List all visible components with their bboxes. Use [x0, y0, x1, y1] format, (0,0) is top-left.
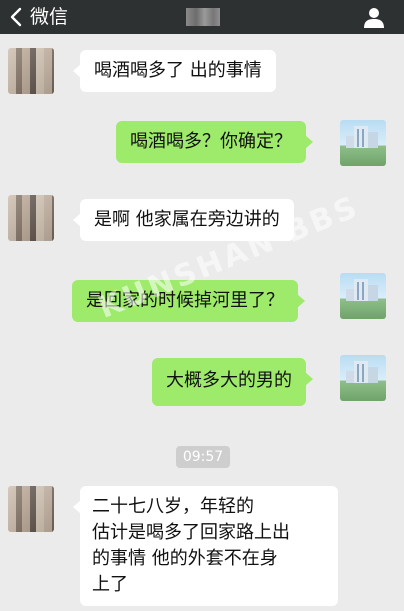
message-text: 大概多大的男的 [166, 370, 292, 391]
message-line: 估计是喝多了回家路上出 [92, 522, 290, 543]
message-bubble-incoming[interactable]: 是啊 他家属在旁边讲的 [73, 199, 294, 241]
message-bubble-outgoing[interactable]: 喝酒喝多？你确定？ [116, 121, 313, 163]
avatar-self[interactable] [340, 355, 386, 401]
message-line: 上了 [92, 574, 128, 595]
avatar-contact[interactable] [8, 48, 54, 94]
message-line: 的事情 他的外套不在身 [92, 548, 278, 569]
profile-icon[interactable] [362, 5, 386, 29]
message-bubble-incoming[interactable]: 二十七八岁，年轻的 估计是喝多了回家路上出 的事情 他的外套不在身 上了 [73, 486, 338, 606]
message-text: 喝酒喝多？你确定？ [130, 131, 292, 152]
message-text: 喝酒喝多了 出的事情 [94, 60, 262, 81]
building-photo-icon [346, 361, 378, 383]
timestamp: 09:57 [176, 446, 230, 468]
avatar-contact[interactable] [8, 486, 54, 532]
back-button[interactable]: 微信 [6, 5, 68, 29]
top-bar: 微信 [0, 0, 404, 34]
building-photo-icon [346, 279, 378, 301]
building-photo-icon [346, 126, 378, 148]
avatar-self[interactable] [340, 273, 386, 319]
avatar-contact[interactable] [8, 195, 54, 241]
avatar-self[interactable] [340, 120, 386, 166]
message-line: 二十七八岁，年轻的 [92, 496, 254, 517]
message-text: 是回家的时候掉河里了？ [86, 290, 284, 311]
message-bubble-incoming[interactable]: 喝酒喝多了 出的事情 [73, 50, 276, 92]
chevron-left-icon [10, 7, 22, 27]
chat-title-pixelated [186, 8, 220, 26]
back-label: 微信 [30, 6, 69, 28]
message-bubble-outgoing[interactable]: 是回家的时候掉河里了？ [72, 280, 305, 322]
message-text: 是啊 他家属在旁边讲的 [94, 209, 280, 230]
message-bubble-outgoing[interactable]: 大概多大的男的 [152, 358, 313, 406]
